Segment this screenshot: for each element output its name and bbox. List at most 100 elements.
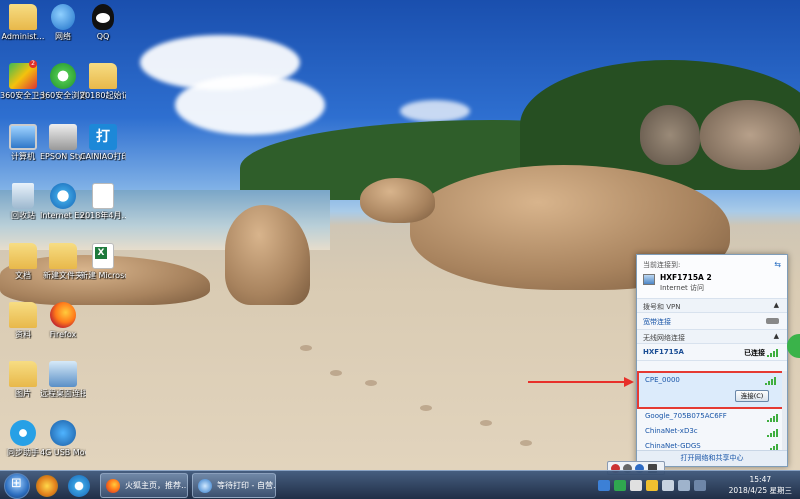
desktop-icon-label: 新建 Microsof…: [80, 271, 126, 280]
desktop-icon-new-excel[interactable]: 新建 Microsof…: [80, 243, 126, 280]
footprint: [520, 440, 532, 446]
desktop-icon-label: QQ: [96, 32, 110, 41]
printer-icon: [49, 124, 77, 150]
footprint: [330, 370, 342, 376]
annotation-arrow-line: [528, 381, 628, 383]
wifi-network-name: ChinaNet-xD3c: [645, 427, 698, 435]
footprint: [300, 345, 312, 351]
desktop-icon-label: 4G USB Modem: [40, 448, 86, 457]
taskbar-window-browser[interactable]: 等待打印 - 自营…: [192, 473, 276, 498]
computer-icon: [9, 124, 37, 150]
connected-status-label: 已连接: [744, 349, 765, 357]
folder-icon: [9, 243, 37, 269]
desktop-icon-remote-desktop[interactable]: 远程桌面连接: [40, 361, 86, 398]
network-icon: [51, 4, 75, 30]
clock-time: 15:47: [749, 475, 772, 484]
broadband-label: 宽带连接: [643, 318, 671, 326]
system-tray: 15:47 2018/4/25 星期三: [590, 471, 800, 499]
folder-icon: [9, 361, 37, 387]
broadband-connection-item[interactable]: 宽带连接: [637, 313, 787, 330]
refresh-icon[interactable]: ⇆: [774, 260, 781, 269]
taskbar-window-firefox[interactable]: 火狐主页，推荐…: [100, 473, 188, 498]
connect-button[interactable]: 连接(C): [735, 390, 769, 402]
wifi-item-connected[interactable]: HXF1715A 已连接: [637, 344, 787, 361]
chevron-up-icon: ▲: [773, 332, 779, 340]
chevron-up-icon: ▲: [773, 301, 779, 309]
wifi-network-name: ChinaNet-GDGS: [645, 442, 701, 450]
tray-app-icon[interactable]: [598, 480, 610, 491]
footprint: [420, 405, 432, 411]
dialup-icon: [766, 318, 779, 324]
quicklaunch-360-icon[interactable]: [36, 475, 58, 497]
wifi-network-name: CPE_0000: [645, 376, 680, 384]
browser-icon: [198, 479, 212, 493]
rock: [640, 105, 700, 165]
vpn-section-header[interactable]: 拨号和 VPN ▲: [637, 299, 787, 313]
vpn-header-label: 拨号和 VPN: [643, 303, 681, 311]
current-network-status: Internet 访问: [660, 284, 705, 292]
tray-360-icon[interactable]: [614, 480, 626, 491]
volume-icon[interactable]: [678, 480, 690, 491]
wifi-item[interactable]: ChinaNet-xD3c: [637, 424, 787, 439]
tray-chat-icon[interactable]: [630, 480, 642, 491]
security-360-icon: 2: [9, 60, 37, 89]
notification-badge: 2: [29, 60, 37, 68]
modem-icon: [50, 420, 76, 446]
desktop-icon-label: Firefox: [49, 330, 77, 339]
rock: [360, 178, 435, 223]
desktop-icon-document[interactable]: 2018年4月…: [80, 183, 126, 220]
network-tray-icon[interactable]: [662, 480, 674, 491]
folder-icon: [49, 243, 77, 269]
cainiao-icon: 打: [89, 124, 117, 150]
desktop-icon-label: CAINIAO打印组件: [80, 152, 126, 161]
remote-desktop-icon: [49, 361, 77, 387]
folder-icon: [89, 63, 117, 89]
tray-qq-icon[interactable]: [646, 480, 658, 491]
recycle-bin-icon: [12, 183, 34, 209]
desktop-icon-qq[interactable]: QQ: [80, 4, 126, 41]
firefox-icon: [106, 479, 120, 493]
flyout-scrollbar[interactable]: [782, 371, 787, 453]
wifi-network-name: HXF1715A: [643, 348, 684, 356]
ie-icon: [50, 183, 76, 209]
desktop-icon-folder[interactable]: 20180起始记录: [80, 63, 126, 100]
user-folder-icon: [9, 4, 37, 30]
footprint: [365, 380, 377, 386]
wifi-network-name: Google_705B075AC6FF: [645, 412, 727, 420]
sync-icon: [10, 420, 36, 446]
current-connection-section: 当前连接到: ⇆ HXF1715A 2 Internet 访问: [637, 255, 787, 299]
current-connection-header: 当前连接到:: [643, 261, 681, 269]
annotation-arrow-head: [624, 377, 634, 387]
desktop-icon-label: 20180起始记录: [80, 91, 126, 100]
action-center-icon[interactable]: [694, 480, 706, 491]
wifi-network-list: Google_705B075AC6FF ChinaNet-xD3c ChinaN…: [637, 409, 787, 454]
cloud: [175, 75, 325, 135]
cloud: [400, 100, 470, 122]
quicklaunch-ie-icon[interactable]: [68, 475, 90, 497]
current-network-name: HXF1715A 2: [660, 273, 712, 282]
desktop-icon-4g-modem[interactable]: 4G USB Modem: [40, 420, 86, 457]
excel-icon: [92, 243, 114, 269]
clock-date: 2018/4/25 星期三: [728, 486, 792, 495]
wifi-signal-icon: [765, 377, 777, 385]
desktop-icon-label: 远程桌面连接: [40, 389, 86, 398]
desktop-icon-label: 2018年4月…: [80, 211, 126, 220]
clock[interactable]: 15:47 2018/4/25 星期三: [729, 474, 792, 496]
wifi-item-selected[interactable]: CPE_0000 连接(C): [637, 371, 787, 409]
desktop-icon-cainiao[interactable]: 打 CAINIAO打印组件: [80, 124, 126, 161]
document-icon: [92, 183, 114, 209]
firefox-icon: [50, 302, 76, 328]
wifi-signal-icon: [767, 349, 779, 357]
computer-network-icon: [643, 274, 655, 285]
browser-360-icon: [50, 63, 76, 89]
start-button[interactable]: [4, 473, 30, 499]
network-flyout: 当前连接到: ⇆ HXF1715A 2 Internet 访问 拨号和 VPN …: [636, 254, 788, 467]
taskbar-window-title: 等待打印 - 自营…: [217, 481, 276, 490]
footprint: [480, 420, 492, 426]
wifi-signal-icon: [767, 414, 779, 422]
wifi-signal-icon: [767, 429, 779, 437]
wifi-item[interactable]: Google_705B075AC6FF: [637, 409, 787, 424]
taskbar-window-title: 火狐主页，推荐…: [125, 481, 188, 490]
desktop-icon-firefox[interactable]: Firefox: [40, 302, 86, 339]
wireless-section-header[interactable]: 无线网络连接 ▲: [637, 330, 787, 344]
